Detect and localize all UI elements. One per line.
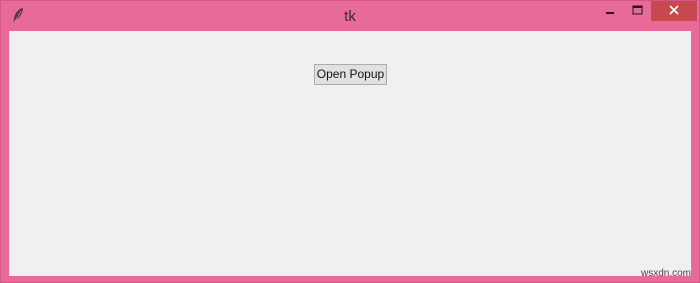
feather-icon [11,7,25,25]
watermark: wsxdn.com [640,268,691,279]
client-area: Open Popup [9,31,691,276]
close-button[interactable] [651,1,697,21]
minimize-icon [605,2,615,20]
close-icon [669,2,679,20]
maximize-icon [632,2,643,20]
maximize-button[interactable] [624,1,650,21]
title-bar[interactable]: tk [1,1,699,31]
minimize-button[interactable] [597,1,623,21]
app-window: tk Open Popup wsxdn.com [0,0,700,283]
open-popup-button[interactable]: Open Popup [314,64,387,85]
window-title: tk [344,8,356,25]
